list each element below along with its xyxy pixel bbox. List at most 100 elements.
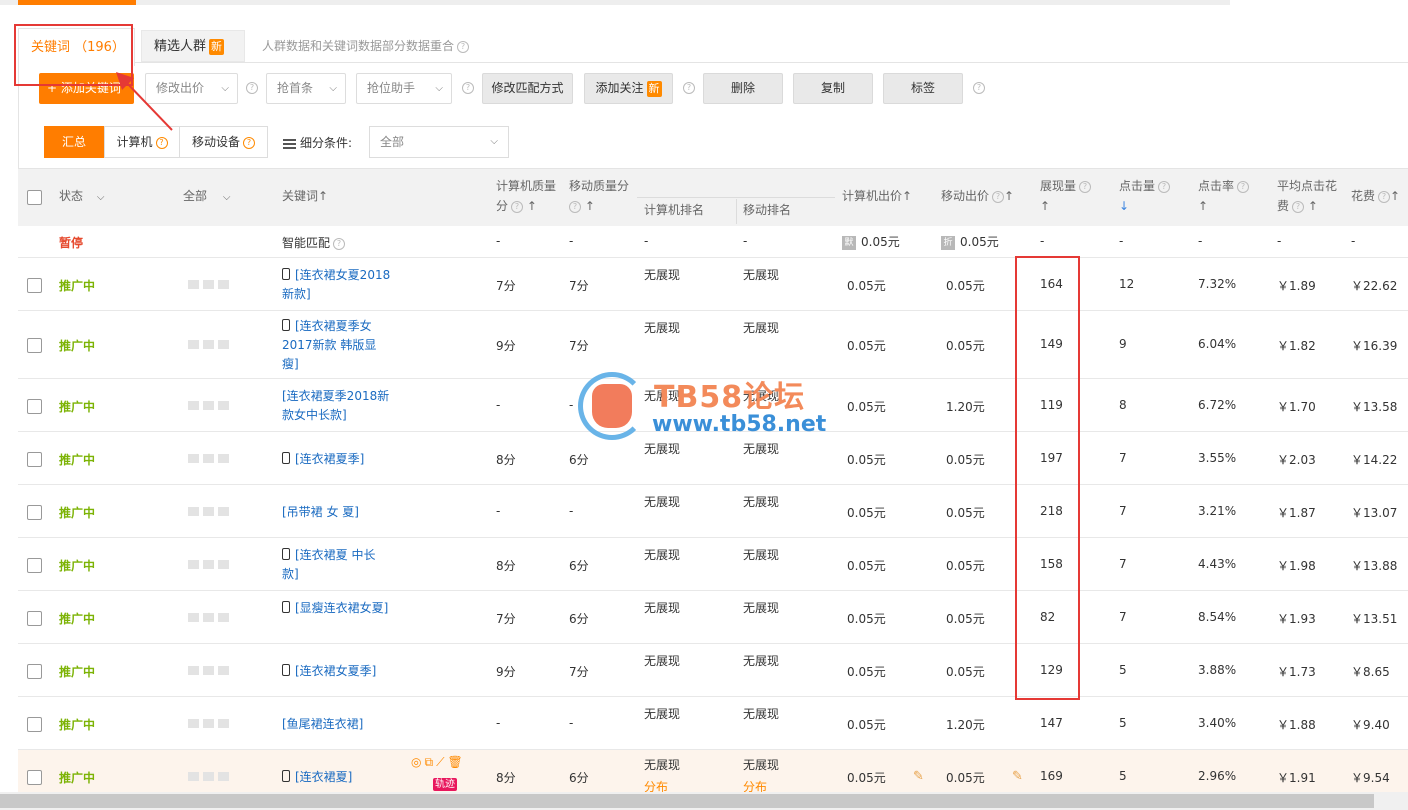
row-checkbox[interactable] bbox=[27, 770, 42, 785]
help-icon[interactable]: ? bbox=[333, 237, 346, 250]
pc-bid[interactable]: 默 0.05元 bbox=[842, 233, 900, 250]
keyword-link[interactable]: [连衣裙夏] bbox=[282, 768, 392, 787]
keyword-link[interactable]: [显瘦连衣裙女夏] bbox=[282, 599, 392, 618]
header-keyword[interactable]: 关键词↑ bbox=[282, 186, 328, 206]
trend-chart-icon[interactable]: ⟋ bbox=[436, 755, 444, 770]
tag-button[interactable]: 标签 bbox=[883, 73, 963, 104]
mobile-bid[interactable]: 0.05元 bbox=[946, 610, 985, 627]
row-checkbox[interactable] bbox=[27, 611, 42, 626]
row-checkbox[interactable] bbox=[27, 338, 42, 353]
scrollbar-thumb[interactable] bbox=[0, 794, 1374, 808]
target-icon[interactable]: ◎ bbox=[411, 755, 421, 770]
row-checkbox[interactable] bbox=[27, 278, 42, 293]
pc-bid-value: 0.05元 bbox=[861, 235, 900, 249]
keyword-link[interactable]: [连衣裙女夏2018新款] bbox=[282, 266, 392, 304]
placeholder-bars bbox=[188, 507, 229, 516]
keyword-link[interactable]: [连衣裙夏 中长款] bbox=[282, 546, 392, 584]
row-checkbox[interactable] bbox=[27, 452, 42, 467]
keyword-link[interactable]: [连衣裙夏季女2017新款 韩版显瘦] bbox=[282, 317, 392, 374]
add-follow-button[interactable]: 添加关注新 bbox=[584, 73, 673, 104]
transfer-icon[interactable]: ⧉ bbox=[424, 755, 433, 770]
help-icon[interactable]: ? bbox=[683, 82, 695, 94]
keyword-link[interactable]: [鱼尾裙连衣裙] bbox=[282, 715, 392, 734]
row-checkbox[interactable] bbox=[27, 399, 42, 414]
help-icon[interactable]: ? bbox=[246, 82, 258, 94]
header-cost[interactable]: 花费? ↑ bbox=[1351, 186, 1400, 206]
clicks: 7 bbox=[1119, 610, 1127, 624]
help-icon[interactable]: ? bbox=[462, 82, 474, 94]
modify-match-button[interactable]: 修改匹配方式 bbox=[482, 73, 573, 104]
header-mobile-quality[interactable]: 移动质量分? ↑ bbox=[569, 176, 629, 216]
help-icon[interactable]: ? bbox=[1158, 180, 1171, 193]
pc-bid[interactable]: 0.05元 bbox=[847, 277, 886, 294]
row-checkbox[interactable] bbox=[27, 717, 42, 732]
mobile-bid[interactable]: 0.05元 bbox=[946, 337, 985, 354]
pc-bid[interactable]: 0.05元 bbox=[847, 504, 886, 521]
mobile-bid[interactable]: 0.05元 bbox=[946, 451, 985, 468]
grab-assistant-dropdown[interactable]: 抢位助手 ⌵ bbox=[356, 73, 452, 104]
mobile-bid[interactable]: 0.05元 bbox=[946, 277, 985, 294]
edit-pencil-icon[interactable]: ✎ bbox=[1012, 769, 1023, 784]
row-checkbox[interactable] bbox=[27, 664, 42, 679]
keyword-link[interactable]: [吊带裙 女 夏] bbox=[282, 503, 392, 522]
help-icon[interactable]: ? bbox=[457, 40, 470, 53]
ctr: 6.72% bbox=[1198, 398, 1237, 412]
table-row: 推广中 [连衣裙夏季] 8分 6分 无展现 无展现 0.05元 0.05元 197 7 3.55% ￥… bbox=[18, 432, 1408, 485]
pc-bid[interactable]: 0.05元 bbox=[847, 610, 886, 627]
help-icon[interactable]: ? bbox=[1079, 180, 1092, 193]
help-icon[interactable]: ? bbox=[155, 136, 168, 149]
track-badge[interactable]: 轨迹 bbox=[433, 778, 457, 791]
mobile-bid[interactable]: 0.05元 bbox=[946, 504, 985, 521]
trash-icon[interactable]: 🗑 bbox=[447, 755, 462, 770]
header-avg-cpc[interactable]: 平均点击花费? ↑ bbox=[1277, 176, 1337, 216]
summary-toggle[interactable]: 汇总 bbox=[44, 126, 104, 158]
copy-button[interactable]: 复制 bbox=[793, 73, 873, 104]
edit-pencil-icon[interactable]: ✎ bbox=[913, 769, 924, 784]
pc-bid[interactable]: 0.05元 bbox=[847, 337, 886, 354]
tab-crowd[interactable]: 精选人群新 bbox=[141, 30, 245, 62]
help-icon[interactable]: ? bbox=[569, 200, 581, 213]
header-impressions[interactable]: 展现量? ↑ bbox=[1040, 176, 1092, 216]
header-clicks[interactable]: 点击量? ↓ bbox=[1119, 176, 1171, 216]
pc-bid[interactable]: 0.05元 bbox=[847, 557, 886, 574]
avg-cpc: - bbox=[1277, 234, 1282, 248]
help-icon[interactable]: ? bbox=[511, 200, 524, 213]
row-checkbox[interactable] bbox=[27, 558, 42, 573]
mobile-bid[interactable]: 1.20元 bbox=[946, 398, 985, 415]
help-icon[interactable]: ? bbox=[973, 82, 985, 94]
pc-bid[interactable]: 0.05元 bbox=[847, 716, 886, 733]
help-icon[interactable]: ? bbox=[1237, 180, 1250, 193]
header-pc-quality[interactable]: 计算机质量分? ↑ bbox=[496, 176, 556, 216]
pc-bid[interactable]: 0.05元 bbox=[847, 663, 886, 680]
pc-bid[interactable]: 0.05元 bbox=[847, 451, 886, 468]
ctr: 3.40% bbox=[1198, 716, 1237, 730]
table-row: 推广中 [吊带裙 女 夏] - - 无展现 无展现 0.05元 0.05元 218 7 3.21% ￥… bbox=[18, 485, 1408, 538]
keyword-link[interactable]: [连衣裙夏季] bbox=[282, 450, 392, 469]
mobile-bid[interactable]: 折 0.05元 bbox=[941, 233, 999, 250]
mobile-bid[interactable]: 0.05元 bbox=[946, 557, 985, 574]
help-icon[interactable]: ? bbox=[1292, 200, 1305, 213]
header-pc-bid[interactable]: 计算机出价↑ bbox=[842, 186, 912, 206]
help-icon[interactable]: ? bbox=[992, 190, 1005, 203]
header-status[interactable]: 状态 ⌵ bbox=[59, 186, 104, 208]
pc-bid[interactable]: 0.05元 bbox=[847, 769, 886, 786]
select-all-checkbox[interactable] bbox=[27, 190, 42, 205]
default-tag-icon: 默 bbox=[842, 235, 856, 250]
grab-top-dropdown[interactable]: 抢首条 ⌵ bbox=[266, 73, 346, 104]
mobile-toggle[interactable]: 移动设备? bbox=[179, 126, 268, 158]
mobile-bid[interactable]: 1.20元 bbox=[946, 716, 985, 733]
header-ctr[interactable]: 点击率? ↑ bbox=[1198, 176, 1250, 216]
delete-button[interactable]: 删除 bbox=[703, 73, 783, 104]
pc-bid[interactable]: 0.05元 bbox=[847, 398, 886, 415]
segment-dropdown[interactable]: 全部 ⌵ bbox=[369, 126, 509, 158]
keyword-link[interactable]: [连衣裙女夏季] bbox=[282, 662, 392, 681]
help-icon[interactable]: ? bbox=[1378, 190, 1391, 203]
help-icon[interactable]: ? bbox=[243, 136, 255, 149]
header-mobile-bid[interactable]: 移动出价? ↑ bbox=[941, 186, 1014, 206]
mobile-bid[interactable]: 0.05元 bbox=[946, 769, 985, 786]
keyword-link[interactable]: [连衣裙夏季2018新款女中长款] bbox=[282, 387, 392, 425]
horizontal-scrollbar[interactable] bbox=[0, 792, 1408, 810]
mobile-bid[interactable]: 0.05元 bbox=[946, 663, 985, 680]
header-all-filter[interactable]: 全部 ⌵ bbox=[183, 186, 230, 208]
row-checkbox[interactable] bbox=[27, 505, 42, 520]
